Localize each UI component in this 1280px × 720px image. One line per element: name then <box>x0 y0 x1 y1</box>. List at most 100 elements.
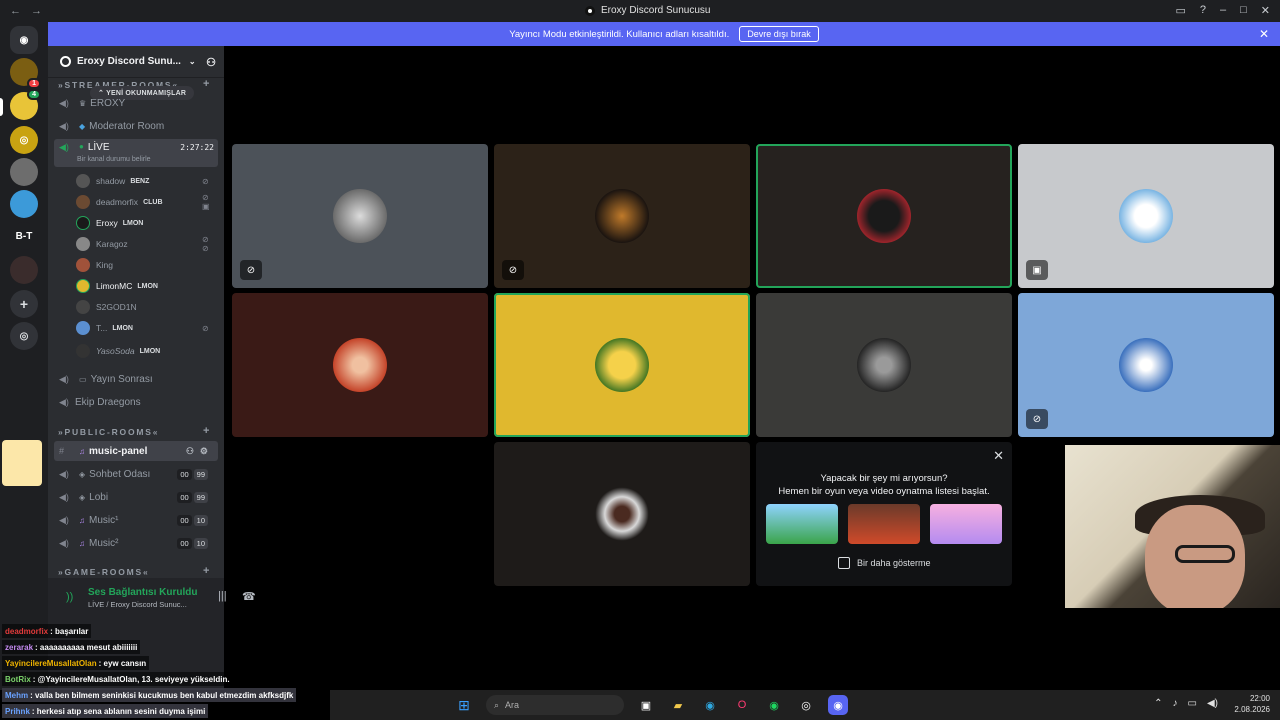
participant-tile[interactable] <box>494 293 750 437</box>
dont-show-checkbox[interactable] <box>838 557 850 569</box>
participant-tile[interactable] <box>494 442 750 586</box>
chat-message: : başarılar <box>50 626 89 636</box>
avatar <box>76 258 90 272</box>
discord-home-icon[interactable]: ◉ <box>10 26 38 54</box>
limon-server-icon[interactable]: ◎ <box>10 126 38 154</box>
server-avatar-1[interactable]: 1 <box>10 58 41 89</box>
muted-icon: ⊘ ▣ <box>202 193 210 211</box>
thread-badge: 4 <box>27 89 41 100</box>
taskbar-search[interactable]: ⌕ Ara <box>486 695 624 715</box>
voice-user[interactable]: Karagoz ⊘ ⊘ <box>76 235 209 253</box>
participant-tile[interactable] <box>756 293 1012 437</box>
avatar <box>76 174 90 188</box>
invite-icon[interactable]: ⚇ <box>206 56 216 69</box>
clock-time: 22:00 <box>1249 694 1270 703</box>
signal-icon[interactable]: )) <box>66 591 73 603</box>
noise-suppression-icon[interactable]: ||| <box>218 590 227 602</box>
chat-user: BotRix <box>5 674 31 684</box>
voice-user[interactable]: Eroxy LMON <box>76 214 143 232</box>
voice-user[interactable]: King <box>76 256 118 274</box>
chat-user: zerarak <box>5 642 34 652</box>
disable-streamer-mode-button[interactable]: Devre dışı bırak <box>739 26 819 42</box>
channel-live[interactable]: ◀) ● LİVE 2:27:22 Bir kanal durumu belir… <box>54 139 218 167</box>
server-header[interactable]: Eroxy Discord Sunu... ⌄ ⚇ <box>48 46 224 78</box>
activity-card[interactable] <box>930 504 1002 544</box>
voice-channel-label[interactable]: LİVE / Eroxy Discord Sunuc... <box>88 600 187 609</box>
start-icon[interactable]: ⊞ <box>454 695 474 715</box>
music-note-icon: ♫ <box>79 446 85 456</box>
disconnect-icon[interactable]: ☎ <box>242 590 256 603</box>
add-channel-icon[interactable]: + <box>203 78 209 90</box>
channel-lobi[interactable]: ◀) ◈ Lobi 00 99 <box>54 487 218 507</box>
channel-yayin-sonrasi[interactable]: ◀) ▭ Yayın Sonrası <box>54 369 218 389</box>
chat-user: YayincilereMusallatOlan <box>5 658 97 668</box>
server-avatar-4[interactable] <box>10 158 38 186</box>
server-icon <box>585 5 595 16</box>
channel-music2[interactable]: ◀) ♫ Music² 00 10 <box>54 533 218 553</box>
maximize-button[interactable]: □ <box>1240 4 1247 17</box>
voice-user[interactable]: shadow BENZ ⊘ <box>76 172 209 190</box>
add-member-icon[interactable]: ⚇ <box>186 446 194 457</box>
stream-chat-overlay: deadmorfix: başarılar zerarak: aaaaaaaaa… <box>0 622 330 720</box>
category-game[interactable]: »GAME-ROOMS« + <box>58 565 209 577</box>
search-label: Ara <box>505 700 520 710</box>
network-icon[interactable]: ▭ <box>1188 698 1197 709</box>
participant-tile[interactable]: ⊘ <box>494 144 750 288</box>
participant-tile[interactable]: ⊘ <box>1018 293 1274 437</box>
close-window-button[interactable]: ✕ <box>1261 4 1270 17</box>
spotify-icon[interactable]: ◉ <box>764 695 784 715</box>
gear-icon[interactable]: ⚙ <box>200 446 208 457</box>
add-channel-icon[interactable]: + <box>203 565 209 577</box>
back-arrow-icon[interactable]: ← <box>10 5 21 17</box>
close-icon[interactable]: ✕ <box>993 448 1004 464</box>
minimize-button[interactable]: – <box>1220 4 1226 17</box>
channel-label: Yayın Sonrası <box>90 373 153 385</box>
channel-actions[interactable]: ⚇ ⚙ <box>186 446 208 457</box>
file-explorer-icon[interactable]: ▰ <box>668 695 688 715</box>
activity-card[interactable] <box>848 504 920 544</box>
bt-server-icon[interactable]: B-T <box>10 222 38 250</box>
server-avatar-5[interactable] <box>10 190 38 218</box>
microphone-icon[interactable]: ♪ <box>1173 698 1178 709</box>
add-server-icon[interactable]: + <box>10 290 38 318</box>
voice-user[interactable]: LimonMC LMON <box>76 277 158 295</box>
task-view-icon[interactable]: ▣ <box>636 695 656 715</box>
channel-moderator[interactable]: ◀) ◆ Moderator Room <box>54 116 218 136</box>
chevron-up-icon[interactable]: ⌃ <box>1154 698 1162 709</box>
forward-arrow-icon[interactable]: → <box>31 5 42 17</box>
participant-tile[interactable] <box>232 293 488 437</box>
channel-eroxy[interactable]: ◀) ♛ EROXY <box>54 93 218 113</box>
avatar <box>333 189 387 243</box>
discord-taskbar-icon[interactable]: ◉ <box>828 695 848 715</box>
volume-icon[interactable]: ◀) <box>1207 698 1218 709</box>
category-public[interactable]: »PUBLIC-ROOMS« + <box>58 425 209 437</box>
explore-icon[interactable]: ◎ <box>10 322 38 350</box>
server-avatar-2[interactable]: 4 <box>10 89 41 120</box>
participant-tile[interactable]: ⊘ <box>232 144 488 288</box>
voice-user[interactable]: deadmorfix CLUB ⊘ ▣ <box>76 193 210 211</box>
channel-sohbet[interactable]: ◀) ◈ Sohbet Odası 00 99 <box>54 464 218 484</box>
opera-icon[interactable]: O <box>732 695 752 715</box>
participant-tile[interactable] <box>756 144 1012 288</box>
activity-card[interactable] <box>766 504 838 544</box>
user-name: S2GOD1N <box>96 302 137 312</box>
channel-ekip[interactable]: ◀) Ekip Draegons <box>54 392 218 412</box>
close-banner-icon[interactable]: ✕ <box>1259 27 1269 41</box>
voice-user[interactable]: YasoSoda LMON <box>76 342 160 360</box>
voice-user[interactable]: S2GOD1N <box>76 298 142 316</box>
server-avatar-7[interactable] <box>10 256 38 284</box>
clock[interactable]: 22:00 2.08.2026 <box>1234 693 1270 715</box>
speaker-icon: ◀) <box>59 120 69 131</box>
help-icon[interactable]: ? <box>1200 4 1206 17</box>
speaker-icon: ◀) <box>59 537 69 548</box>
channel-music-panel[interactable]: # ♫ music-panel ⚇ ⚙ <box>54 441 218 461</box>
steam-icon[interactable]: ◎ <box>796 695 816 715</box>
voice-connected-label[interactable]: Ses Bağlantısı Kuruldu <box>88 587 197 598</box>
channel-music1[interactable]: ◀) ♫ Music¹ 00 10 <box>54 510 218 530</box>
participant-tile[interactable]: ▣ <box>1018 144 1274 288</box>
edge-icon[interactable]: ◉ <box>700 695 720 715</box>
channel-status[interactable]: Bir kanal durumu belirle <box>77 156 151 163</box>
add-channel-icon[interactable]: + <box>203 425 209 437</box>
voice-user[interactable]: T... LMON ⊘ <box>76 319 209 337</box>
inbox-icon[interactable]: ▭ <box>1175 4 1185 17</box>
